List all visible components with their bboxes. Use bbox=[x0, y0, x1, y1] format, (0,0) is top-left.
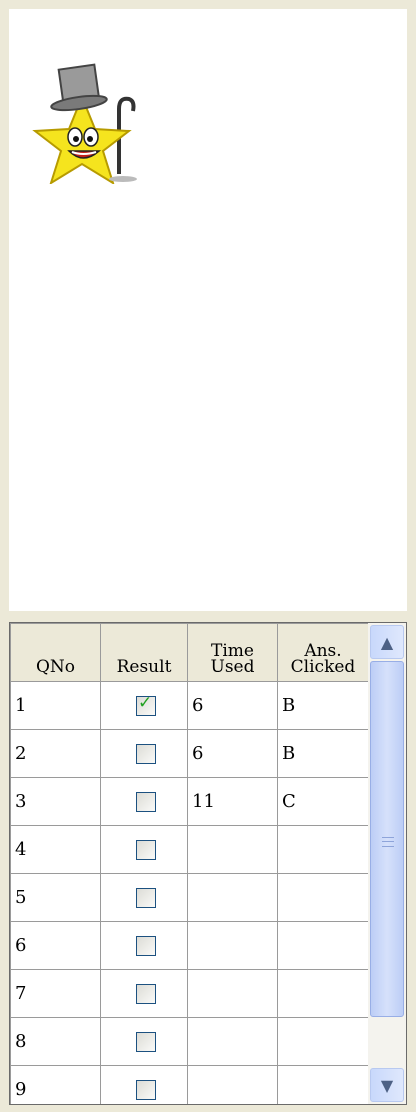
header-qno-label: QNo bbox=[35, 657, 76, 677]
star-mascot-icon bbox=[32, 63, 137, 184]
result-checkbox[interactable] bbox=[136, 792, 156, 812]
ans-clicked-cell: B bbox=[277, 729, 369, 778]
result-checkbox[interactable] bbox=[136, 984, 156, 1004]
ans-clicked-cell bbox=[277, 969, 369, 1018]
time-used-cell: 11 bbox=[187, 777, 278, 826]
table-row[interactable]: 1 ✓ 6 B bbox=[10, 681, 369, 730]
ans-clicked-cell bbox=[277, 1017, 369, 1066]
ans-clicked-cell bbox=[277, 825, 369, 874]
table-row[interactable]: 7 bbox=[10, 969, 369, 1018]
result-cell bbox=[100, 873, 188, 922]
header-ans-clicked[interactable]: Ans. Clicked bbox=[277, 623, 369, 682]
scroll-thumb[interactable] bbox=[370, 661, 404, 1017]
header-ans-line2: Clicked bbox=[290, 657, 356, 677]
chevron-up-icon: ▲ bbox=[380, 632, 394, 652]
result-cell bbox=[100, 825, 188, 874]
header-time-used[interactable]: Time Used bbox=[187, 623, 278, 682]
vertical-scrollbar[interactable]: ▲ ▼ bbox=[368, 623, 406, 1104]
result-checkbox[interactable] bbox=[136, 1032, 156, 1052]
qno-cell: 9 bbox=[10, 1065, 101, 1104]
result-cell bbox=[100, 777, 188, 826]
header-time-line2: Used bbox=[210, 657, 255, 677]
results-grid: QNo Result Time Used Ans. Clicked 1 ✓ 6 … bbox=[9, 622, 407, 1105]
time-used-cell bbox=[187, 921, 278, 970]
time-used-cell bbox=[187, 1065, 278, 1104]
scroll-up-button[interactable]: ▲ bbox=[370, 625, 404, 659]
qno-cell: 3 bbox=[10, 777, 101, 826]
table-row[interactable]: 2 6 B bbox=[10, 729, 369, 778]
time-used-cell bbox=[187, 825, 278, 874]
result-checkbox[interactable]: ✓ bbox=[136, 693, 156, 716]
result-cell bbox=[100, 969, 188, 1018]
scroll-grip-icon bbox=[382, 837, 394, 847]
table-row[interactable]: 4 bbox=[10, 825, 369, 874]
result-checkbox[interactable] bbox=[136, 840, 156, 860]
chevron-down-icon: ▼ bbox=[380, 1075, 394, 1095]
ans-clicked-cell bbox=[277, 1065, 369, 1104]
result-checkbox[interactable] bbox=[136, 936, 156, 956]
qno-cell: 5 bbox=[10, 873, 101, 922]
scroll-down-button[interactable]: ▼ bbox=[370, 1068, 404, 1102]
time-used-cell bbox=[187, 969, 278, 1018]
result-cell bbox=[100, 1065, 188, 1104]
result-cell bbox=[100, 729, 188, 778]
time-used-cell: 6 bbox=[187, 729, 278, 778]
result-cell: ✓ bbox=[100, 681, 188, 730]
ans-clicked-cell bbox=[277, 921, 369, 970]
ans-clicked-cell: B bbox=[277, 681, 369, 730]
time-used-cell: 6 bbox=[187, 681, 278, 730]
qno-cell: 4 bbox=[10, 825, 101, 874]
result-cell bbox=[100, 1017, 188, 1066]
ans-clicked-cell bbox=[277, 873, 369, 922]
checkmark-icon: ✓ bbox=[138, 693, 153, 713]
header-result-label: Result bbox=[116, 657, 172, 677]
qno-cell: 2 bbox=[10, 729, 101, 778]
result-checkbox[interactable] bbox=[136, 744, 156, 764]
table-row[interactable]: 8 bbox=[10, 1017, 369, 1066]
table-row[interactable]: 3 11 C bbox=[10, 777, 369, 826]
table-row[interactable]: 6 bbox=[10, 921, 369, 970]
qno-cell: 8 bbox=[10, 1017, 101, 1066]
table-row[interactable]: 5 bbox=[10, 873, 369, 922]
result-checkbox[interactable] bbox=[136, 888, 156, 908]
qno-cell: 7 bbox=[10, 969, 101, 1018]
qno-cell: 1 bbox=[10, 681, 101, 730]
result-checkbox[interactable] bbox=[136, 1080, 156, 1100]
results-table: QNo Result Time Used Ans. Clicked 1 ✓ 6 … bbox=[10, 623, 369, 1104]
qno-cell: 6 bbox=[10, 921, 101, 970]
table-row[interactable]: 9 bbox=[10, 1065, 369, 1104]
header-result[interactable]: Result bbox=[100, 623, 188, 682]
time-used-cell bbox=[187, 1017, 278, 1066]
result-cell bbox=[100, 921, 188, 970]
ans-clicked-cell: C bbox=[277, 777, 369, 826]
image-panel bbox=[9, 9, 407, 611]
time-used-cell bbox=[187, 873, 278, 922]
header-qno[interactable]: QNo bbox=[10, 623, 101, 682]
